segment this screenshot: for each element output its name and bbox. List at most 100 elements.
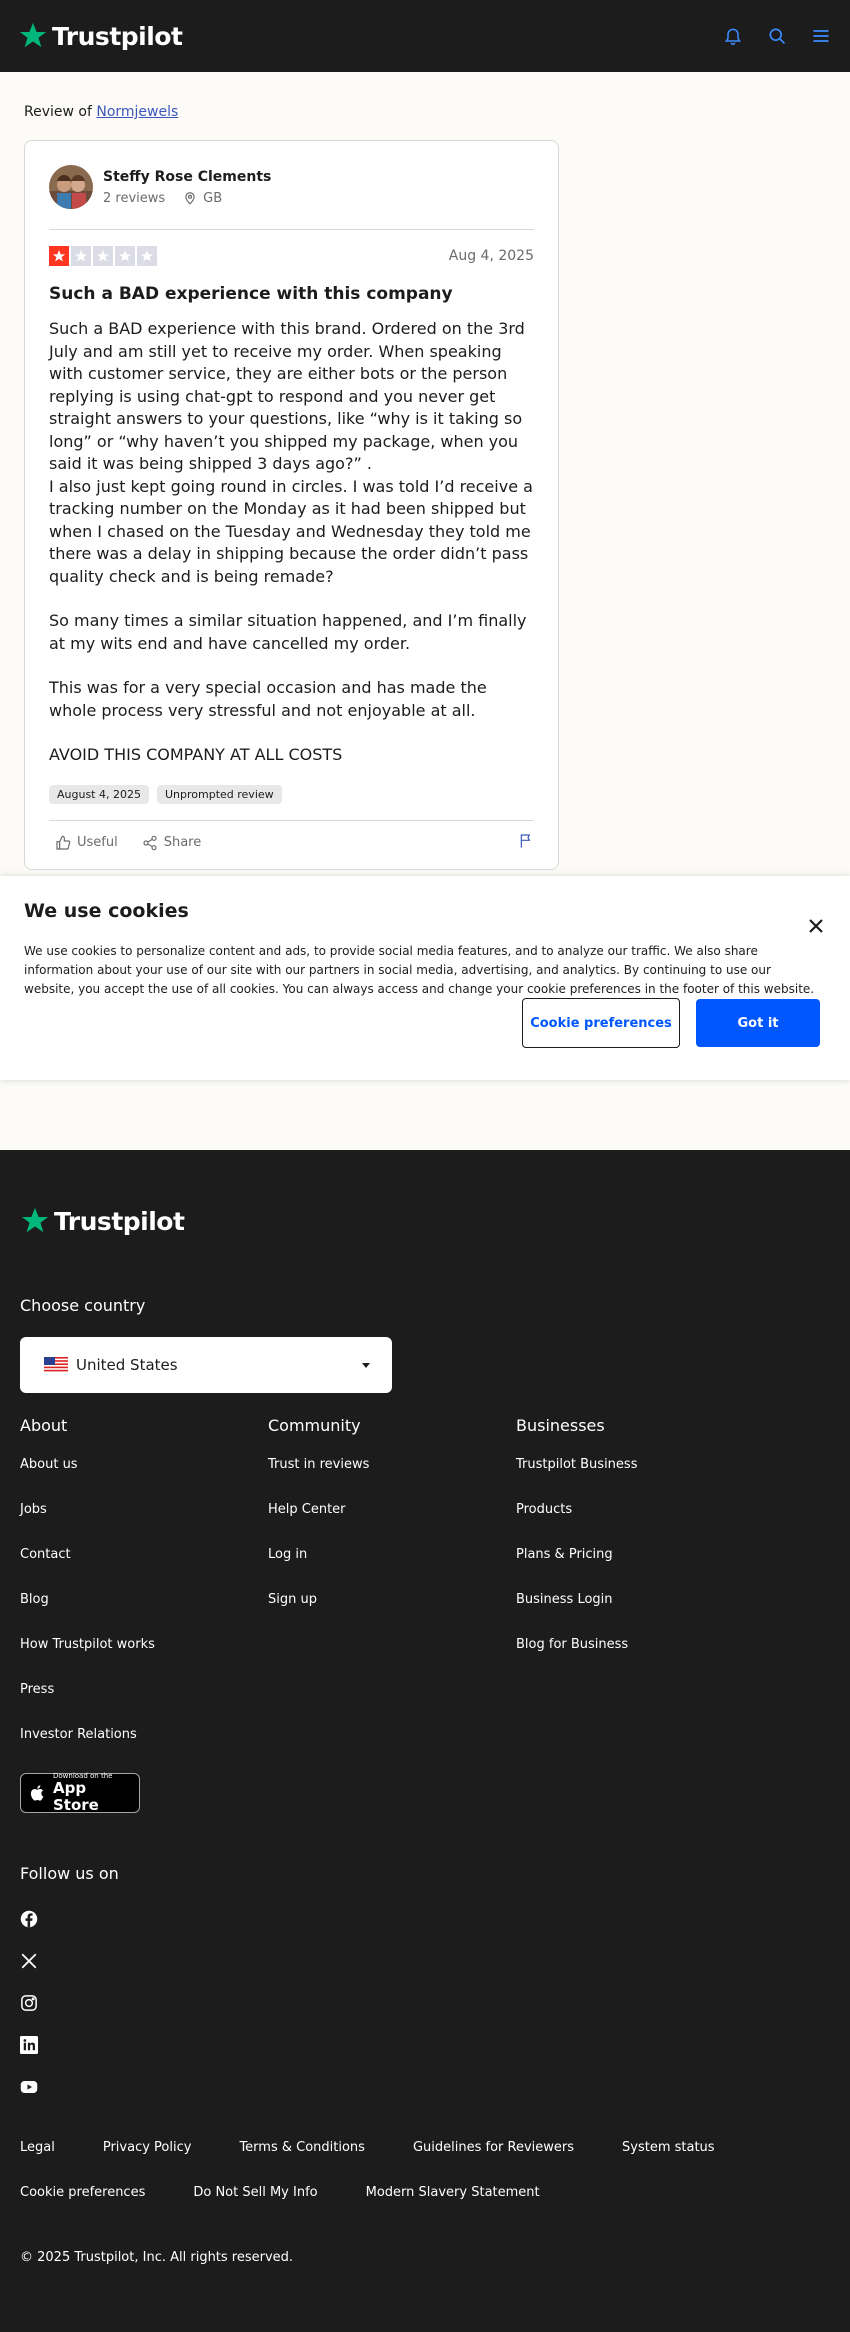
app-store-big-text: App Store <box>53 1779 99 1814</box>
column-heading: Businesses <box>516 1416 605 1435</box>
cookie-preferences-link[interactable]: Cookie preferences <box>20 2185 145 2200</box>
share-label: Share <box>163 835 202 850</box>
footer-link[interactable]: Trust in reviews <box>268 1457 369 1502</box>
search-icon[interactable] <box>766 25 788 47</box>
terms-link[interactable]: Terms & Conditions <box>239 2140 365 2155</box>
social-links <box>20 1910 38 2120</box>
footer-link[interactable]: Help Center <box>268 1502 369 1547</box>
guidelines-link[interactable]: Guidelines for Reviewers <box>413 2140 574 2155</box>
star-empty-icon <box>115 246 135 266</box>
reviewer-country: GB <box>203 190 223 206</box>
privacy-policy-link[interactable]: Privacy Policy <box>103 2140 192 2155</box>
review-paragraph: So many times a similar situation happen… <box>49 611 527 653</box>
bell-icon[interactable] <box>722 25 744 47</box>
youtube-icon[interactable] <box>20 2078 38 2096</box>
useful-button[interactable]: Useful <box>55 835 118 851</box>
breadcrumb: Review of Normjewels <box>24 104 178 120</box>
footer-link[interactable]: Blog <box>20 1592 155 1637</box>
country-select[interactable]: United States <box>20 1337 392 1393</box>
share-button[interactable]: Share <box>142 835 202 851</box>
review-paragraph: AVOID THIS COMPANY AT ALL COSTS <box>49 745 343 764</box>
footer-brand-name: Trustpilot <box>54 1206 185 1236</box>
system-status-link[interactable]: System status <box>622 2140 715 2155</box>
legal-links-row-1: Legal Privacy Policy Terms & Conditions … <box>20 2140 763 2155</box>
footer-link[interactable]: Press <box>20 1682 155 1727</box>
review-title: Such a BAD experience with this company <box>49 284 453 304</box>
reviewer-name[interactable]: Steffy Rose Clements <box>103 169 271 185</box>
footer-trustpilot-logo[interactable]: Trustpilot <box>20 1206 185 1236</box>
column-heading: Community <box>268 1416 361 1435</box>
reviews-count: 2 reviews <box>103 190 166 206</box>
close-icon[interactable] <box>806 916 826 936</box>
footer-link[interactable]: About us <box>20 1457 155 1502</box>
footer-link[interactable]: Trustpilot Business <box>516 1457 637 1502</box>
footer-link[interactable]: Jobs <box>20 1502 155 1547</box>
footer-column-about: About About us Jobs Contact Blog How Tru… <box>20 1416 155 1772</box>
brand-name: Trustpilot <box>52 21 183 51</box>
footer-column-businesses: Businesses Trustpilot Business Products … <box>516 1416 637 1682</box>
company-link[interactable]: Normjewels <box>96 104 178 120</box>
trustpilot-logo[interactable]: Trustpilot <box>18 21 183 51</box>
site-footer: Trustpilot Choose country United States … <box>0 1150 850 2332</box>
copyright: © 2025 Trustpilot, Inc. All rights reser… <box>20 2250 294 2265</box>
breadcrumb-prefix: Review of <box>24 104 92 120</box>
footer-link[interactable]: Business Login <box>516 1592 637 1637</box>
us-flag-icon <box>44 1357 68 1373</box>
unprompted-review-tag[interactable]: Unprompted review <box>156 784 282 804</box>
star-filled-icon <box>49 246 69 266</box>
cookie-banner: We use cookies We use cookies to persona… <box>0 876 850 1080</box>
avatar[interactable] <box>49 165 93 209</box>
linkedin-icon[interactable] <box>20 2036 38 2054</box>
footer-link[interactable]: Sign up <box>268 1592 369 1637</box>
facebook-icon[interactable] <box>20 1910 38 1928</box>
do-not-sell-link[interactable]: Do Not Sell My Info <box>193 2185 317 2200</box>
review-date: Aug 4, 2025 <box>448 248 534 264</box>
divider <box>49 819 534 821</box>
footer-link[interactable]: Investor Relations <box>20 1727 155 1772</box>
thumbs-up-icon <box>56 835 71 850</box>
legal-links-row-2: Cookie preferences Do Not Sell My Info M… <box>20 2185 588 2200</box>
apple-icon <box>29 1783 47 1803</box>
footer-link[interactable]: Blog for Business <box>516 1637 637 1682</box>
star-rating <box>49 246 157 266</box>
star-empty-icon <box>71 246 91 266</box>
footer-link[interactable]: Products <box>516 1502 637 1547</box>
review-paragraph: Such a BAD experience with this brand. O… <box>49 319 525 473</box>
footer-link[interactable]: How Trustpilot works <box>20 1637 155 1682</box>
site-header: Trustpilot <box>0 0 850 72</box>
menu-icon[interactable] <box>810 25 832 47</box>
review-paragraph: I also just kept going round in circles.… <box>49 476 533 586</box>
trustpilot-star-icon <box>21 1207 49 1233</box>
date-of-experience-tag: August 4, 2025 <box>49 784 149 804</box>
cookie-title: We use cookies <box>24 900 189 922</box>
app-store-badge[interactable]: Download on the App Store <box>20 1772 140 1814</box>
footer-link[interactable]: Log in <box>268 1547 369 1592</box>
review-paragraph: This was for a very special occasion and… <box>49 678 487 720</box>
review-card: Steffy Rose Clements 2 reviews GB Aug 4,… <box>24 140 559 870</box>
caret-down-icon <box>362 1363 370 1368</box>
cookie-text: We use cookies to personalize content an… <box>24 944 815 996</box>
report-flag-icon[interactable] <box>518 833 534 853</box>
location-pin-icon <box>183 191 197 205</box>
legal-link[interactable]: Legal <box>20 2140 55 2155</box>
follow-us-label: Follow us on <box>20 1864 119 1883</box>
choose-country-label: Choose country <box>20 1296 146 1315</box>
cookie-preferences-button[interactable]: Cookie preferences <box>522 998 680 1048</box>
got-it-button[interactable]: Got it <box>696 999 820 1047</box>
reviewer[interactable]: Steffy Rose Clements 2 reviews GB <box>49 165 534 209</box>
star-empty-icon <box>93 246 113 266</box>
star-empty-icon <box>137 246 157 266</box>
x-icon[interactable] <box>20 1952 38 1970</box>
column-heading: About <box>20 1416 68 1435</box>
selected-country: United States <box>76 1356 178 1374</box>
modern-slavery-link[interactable]: Modern Slavery Statement <box>366 2185 540 2200</box>
share-icon <box>143 835 157 850</box>
divider <box>49 229 534 230</box>
instagram-icon[interactable] <box>20 1994 38 2012</box>
review-body: Such a BAD experience with this brand. O… <box>49 318 534 767</box>
useful-label: Useful <box>77 835 118 850</box>
footer-column-community: Community Trust in reviews Help Center L… <box>268 1416 369 1637</box>
footer-link[interactable]: Contact <box>20 1547 155 1592</box>
trustpilot-star-icon <box>19 22 47 48</box>
footer-link[interactable]: Plans & Pricing <box>516 1547 637 1592</box>
